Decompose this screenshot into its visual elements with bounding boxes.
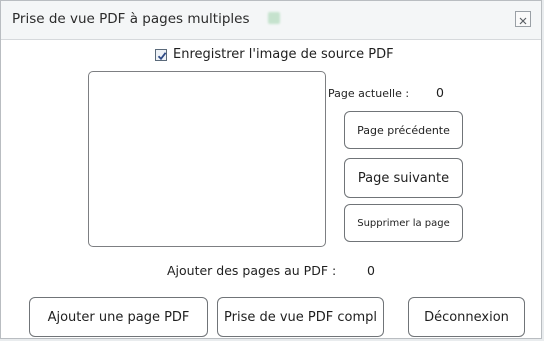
dialog-window: Prise de vue PDF à pages multiples Enreg… xyxy=(0,0,542,339)
close-icon xyxy=(519,10,527,29)
full-pdf-capture-button[interactable]: Prise de vue PDF compl xyxy=(217,297,384,337)
next-page-button[interactable]: Page suivante xyxy=(344,158,463,198)
background-window-icon xyxy=(268,12,280,24)
add-pdf-page-button[interactable]: Ajouter une page PDF xyxy=(29,297,208,337)
disconnect-button[interactable]: Déconnexion xyxy=(408,297,525,337)
added-pages-value: 0 xyxy=(367,263,375,278)
current-page-value: 0 xyxy=(436,85,444,100)
window-title: Prise de vue PDF à pages multiples xyxy=(12,11,250,27)
checkmark-icon xyxy=(157,51,167,60)
title-bar[interactable]: Prise de vue PDF à pages multiples xyxy=(1,1,541,40)
added-pages-label: Ajouter des pages au PDF : xyxy=(167,263,337,278)
save-source-label: Enregistrer l'image de source PDF xyxy=(173,47,394,62)
delete-page-button[interactable]: Supprimer la page xyxy=(344,204,463,242)
current-page-label: Page actuelle : xyxy=(328,87,410,100)
previous-page-button[interactable]: Page précédente xyxy=(344,111,463,149)
save-source-option[interactable]: Enregistrer l'image de source PDF xyxy=(155,47,394,62)
save-source-checkbox[interactable] xyxy=(155,48,167,61)
background-window-ghost xyxy=(285,11,289,25)
close-button[interactable] xyxy=(515,11,531,27)
page-preview-area xyxy=(88,71,326,247)
